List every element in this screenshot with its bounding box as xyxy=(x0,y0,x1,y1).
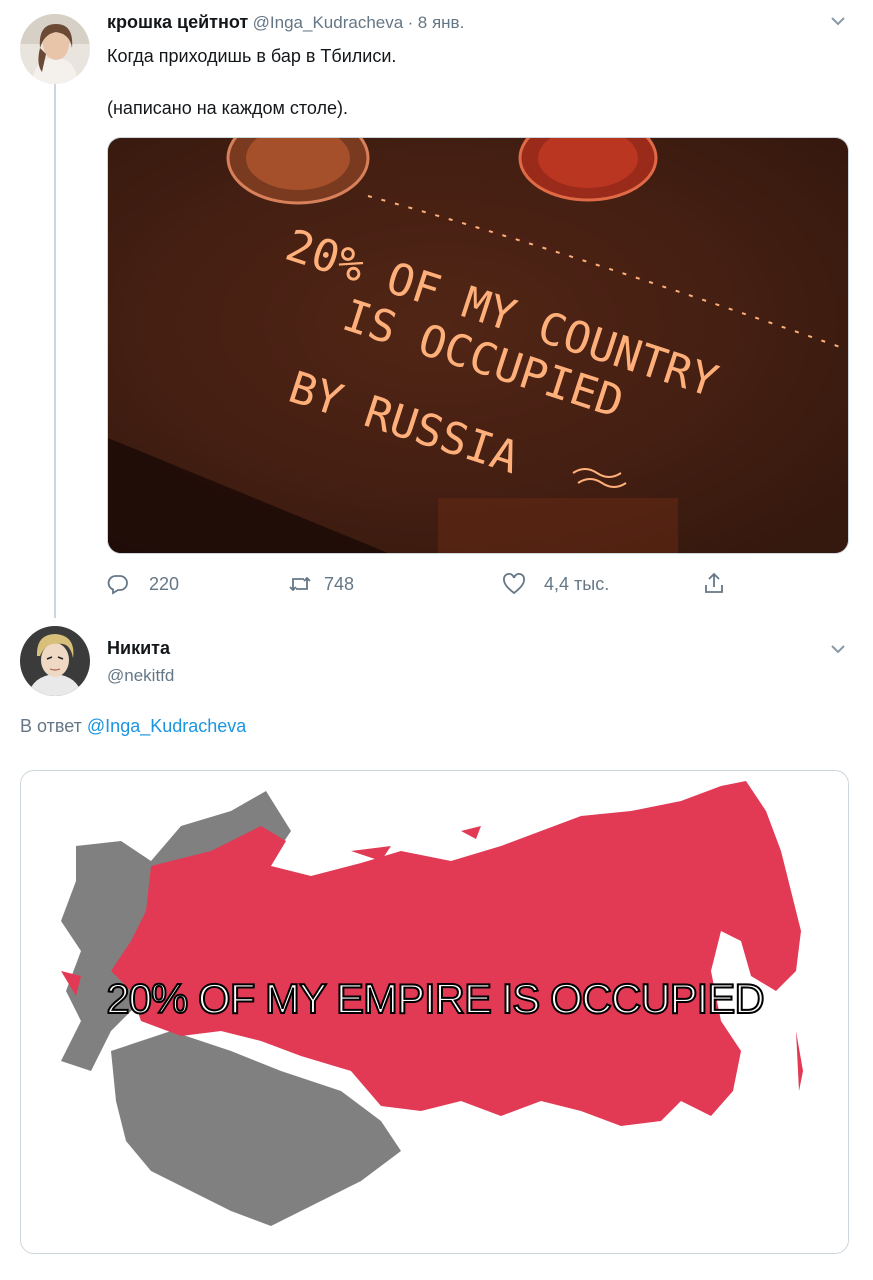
avatar[interactable] xyxy=(20,626,90,696)
tweet-photo[interactable]: 20% OF MY EMPIRE IS OCCUPIED xyxy=(20,770,849,1254)
reply-to-link[interactable]: @Inga_Kudracheva xyxy=(87,716,246,736)
reply-prefix: В ответ xyxy=(20,716,82,736)
handle[interactable]: @nekitfd xyxy=(107,666,174,686)
like-button[interactable]: 4,4 тыс. xyxy=(502,573,609,595)
avatar[interactable] xyxy=(20,14,90,84)
map-caption: 20% OF MY EMPIRE IS OCCUPIED xyxy=(106,975,763,1022)
reply-icon xyxy=(107,575,128,595)
tweet-text-line2: (написано на каждом столе). xyxy=(107,98,349,118)
map-red-sakhalin xyxy=(796,1031,803,1091)
chevron-down-icon[interactable] xyxy=(829,12,847,35)
timestamp[interactable]: 8 янв. xyxy=(418,13,465,32)
tweet-photo[interactable]: 20% OF MY COUNTRY IS OCCUPIED BY RUSSIA xyxy=(107,137,849,554)
tweet-header: крошка цейтнот @Inga_Kudracheva · 8 янв. xyxy=(107,12,464,33)
share-icon xyxy=(705,572,723,593)
reply-count: 220 xyxy=(149,573,180,594)
share-button[interactable] xyxy=(703,571,725,595)
tweet-text-line1: Когда приходишь в бар в Тбилиси. xyxy=(107,46,397,66)
retweet-count: 748 xyxy=(324,573,355,594)
display-name[interactable]: Никита xyxy=(107,638,170,659)
like-icon xyxy=(503,573,525,595)
like-count: 4,4 тыс. xyxy=(544,573,610,594)
reply-context: В ответ @Inga_Kudracheva xyxy=(20,716,246,737)
reply-button[interactable]: 220 xyxy=(107,573,179,595)
display-name[interactable]: крошка цейтнот xyxy=(107,12,248,32)
handle[interactable]: @Inga_Kudracheva xyxy=(253,13,404,32)
retweet-icon xyxy=(289,576,311,592)
separator: · xyxy=(407,13,414,32)
retweet-button[interactable]: 748 xyxy=(288,573,354,595)
chevron-down-icon[interactable] xyxy=(829,640,847,663)
thread-line xyxy=(54,84,56,618)
